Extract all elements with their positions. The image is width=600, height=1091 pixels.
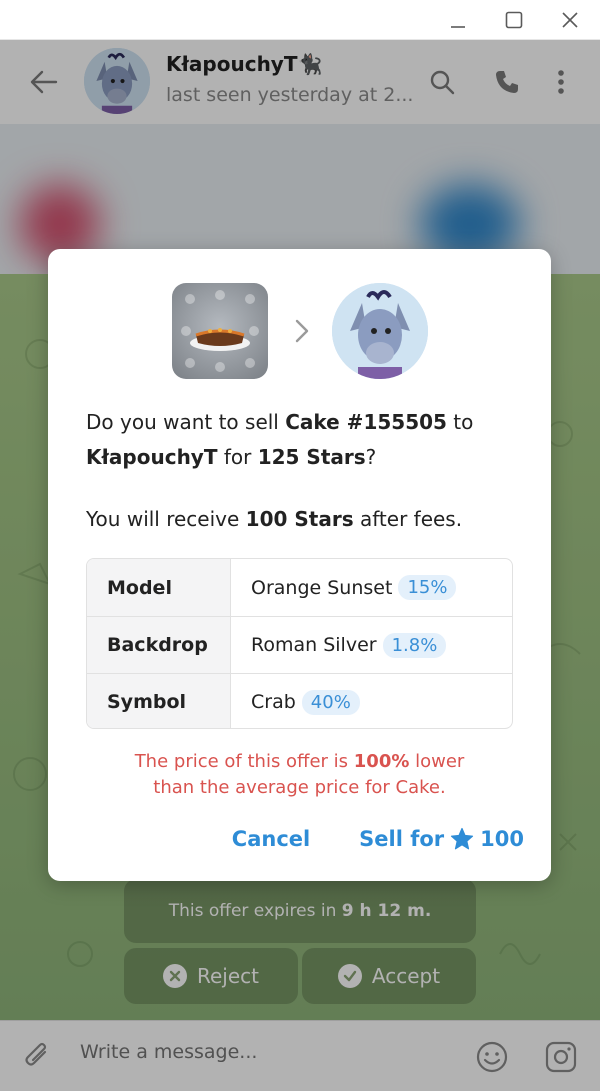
price-warning: The price of this offer is 100% lower tha… bbox=[86, 749, 513, 801]
maximize-icon bbox=[505, 11, 523, 29]
attribute-key: Backdrop bbox=[87, 617, 231, 673]
rarity-badge: 15% bbox=[398, 575, 457, 600]
recipient-name: KłapouchyT bbox=[86, 445, 218, 469]
star-icon bbox=[451, 827, 474, 850]
warning-middle: lower bbox=[409, 751, 465, 772]
recipient-avatar bbox=[332, 283, 428, 379]
question-to: to bbox=[446, 410, 474, 434]
sell-button[interactable]: Sell for 100 bbox=[354, 821, 524, 857]
attribute-value-text: Crab bbox=[251, 691, 296, 713]
rarity-badge: 40% bbox=[301, 689, 360, 715]
gift-attributes-table: Model Orange Sunset 15% Backdrop Roman S… bbox=[86, 558, 513, 729]
attribute-value: Crab 40% bbox=[251, 674, 360, 728]
attribute-value: Roman Silver 1.8% bbox=[251, 617, 447, 673]
maximize-button[interactable] bbox=[486, 0, 542, 40]
attribute-value-text: Roman Silver bbox=[251, 634, 377, 656]
question-suffix: ? bbox=[365, 445, 377, 469]
attribute-row-model: Model Orange Sunset 15% bbox=[87, 559, 512, 616]
sell-question: Do you want to sell Cake #155505 to Kłap… bbox=[86, 405, 516, 475]
donkey-avatar-image bbox=[332, 283, 428, 379]
rarity-badge: 1.8% bbox=[382, 632, 447, 658]
cake-gift-icon bbox=[181, 290, 259, 372]
chevron-right-icon bbox=[290, 315, 314, 347]
attribute-row-backdrop: Backdrop Roman Silver 1.8% bbox=[87, 616, 512, 673]
warning-percent: 100% bbox=[353, 751, 410, 772]
attribute-value: Orange Sunset 15% bbox=[251, 559, 457, 616]
attribute-key: Model bbox=[87, 559, 231, 616]
warning-line2: than the average price for Cake. bbox=[153, 777, 446, 798]
attribute-row-symbol: Symbol Crab 40% bbox=[87, 673, 512, 728]
minimize-icon bbox=[451, 26, 465, 28]
cancel-button[interactable]: Cancel bbox=[224, 821, 318, 857]
question-for: for bbox=[217, 445, 258, 469]
offer-price: 125 Stars bbox=[257, 445, 366, 469]
receive-amount: 100 Stars bbox=[245, 507, 354, 531]
question-prefix: Do you want to sell bbox=[86, 410, 286, 434]
gift-name: Cake #155505 bbox=[285, 410, 447, 434]
receive-suffix: after fees. bbox=[353, 507, 463, 531]
close-window-button[interactable] bbox=[542, 0, 598, 40]
minimize-button[interactable] bbox=[430, 0, 486, 40]
sell-gift-dialog: Do you want to sell Cake #155505 to Kłap… bbox=[48, 249, 551, 881]
close-icon bbox=[562, 12, 578, 28]
gift-preview bbox=[172, 283, 268, 379]
window-titlebar bbox=[0, 0, 600, 40]
sell-amount: 100 bbox=[480, 827, 524, 851]
sell-label: Sell for bbox=[359, 827, 445, 851]
attribute-key: Symbol bbox=[87, 674, 231, 728]
receive-info: You will receive 100 Stars after fees. bbox=[86, 507, 516, 531]
receive-prefix: You will receive bbox=[86, 507, 246, 531]
warning-prefix: The price of this offer is bbox=[134, 751, 354, 772]
attribute-value-text: Orange Sunset bbox=[251, 576, 393, 599]
